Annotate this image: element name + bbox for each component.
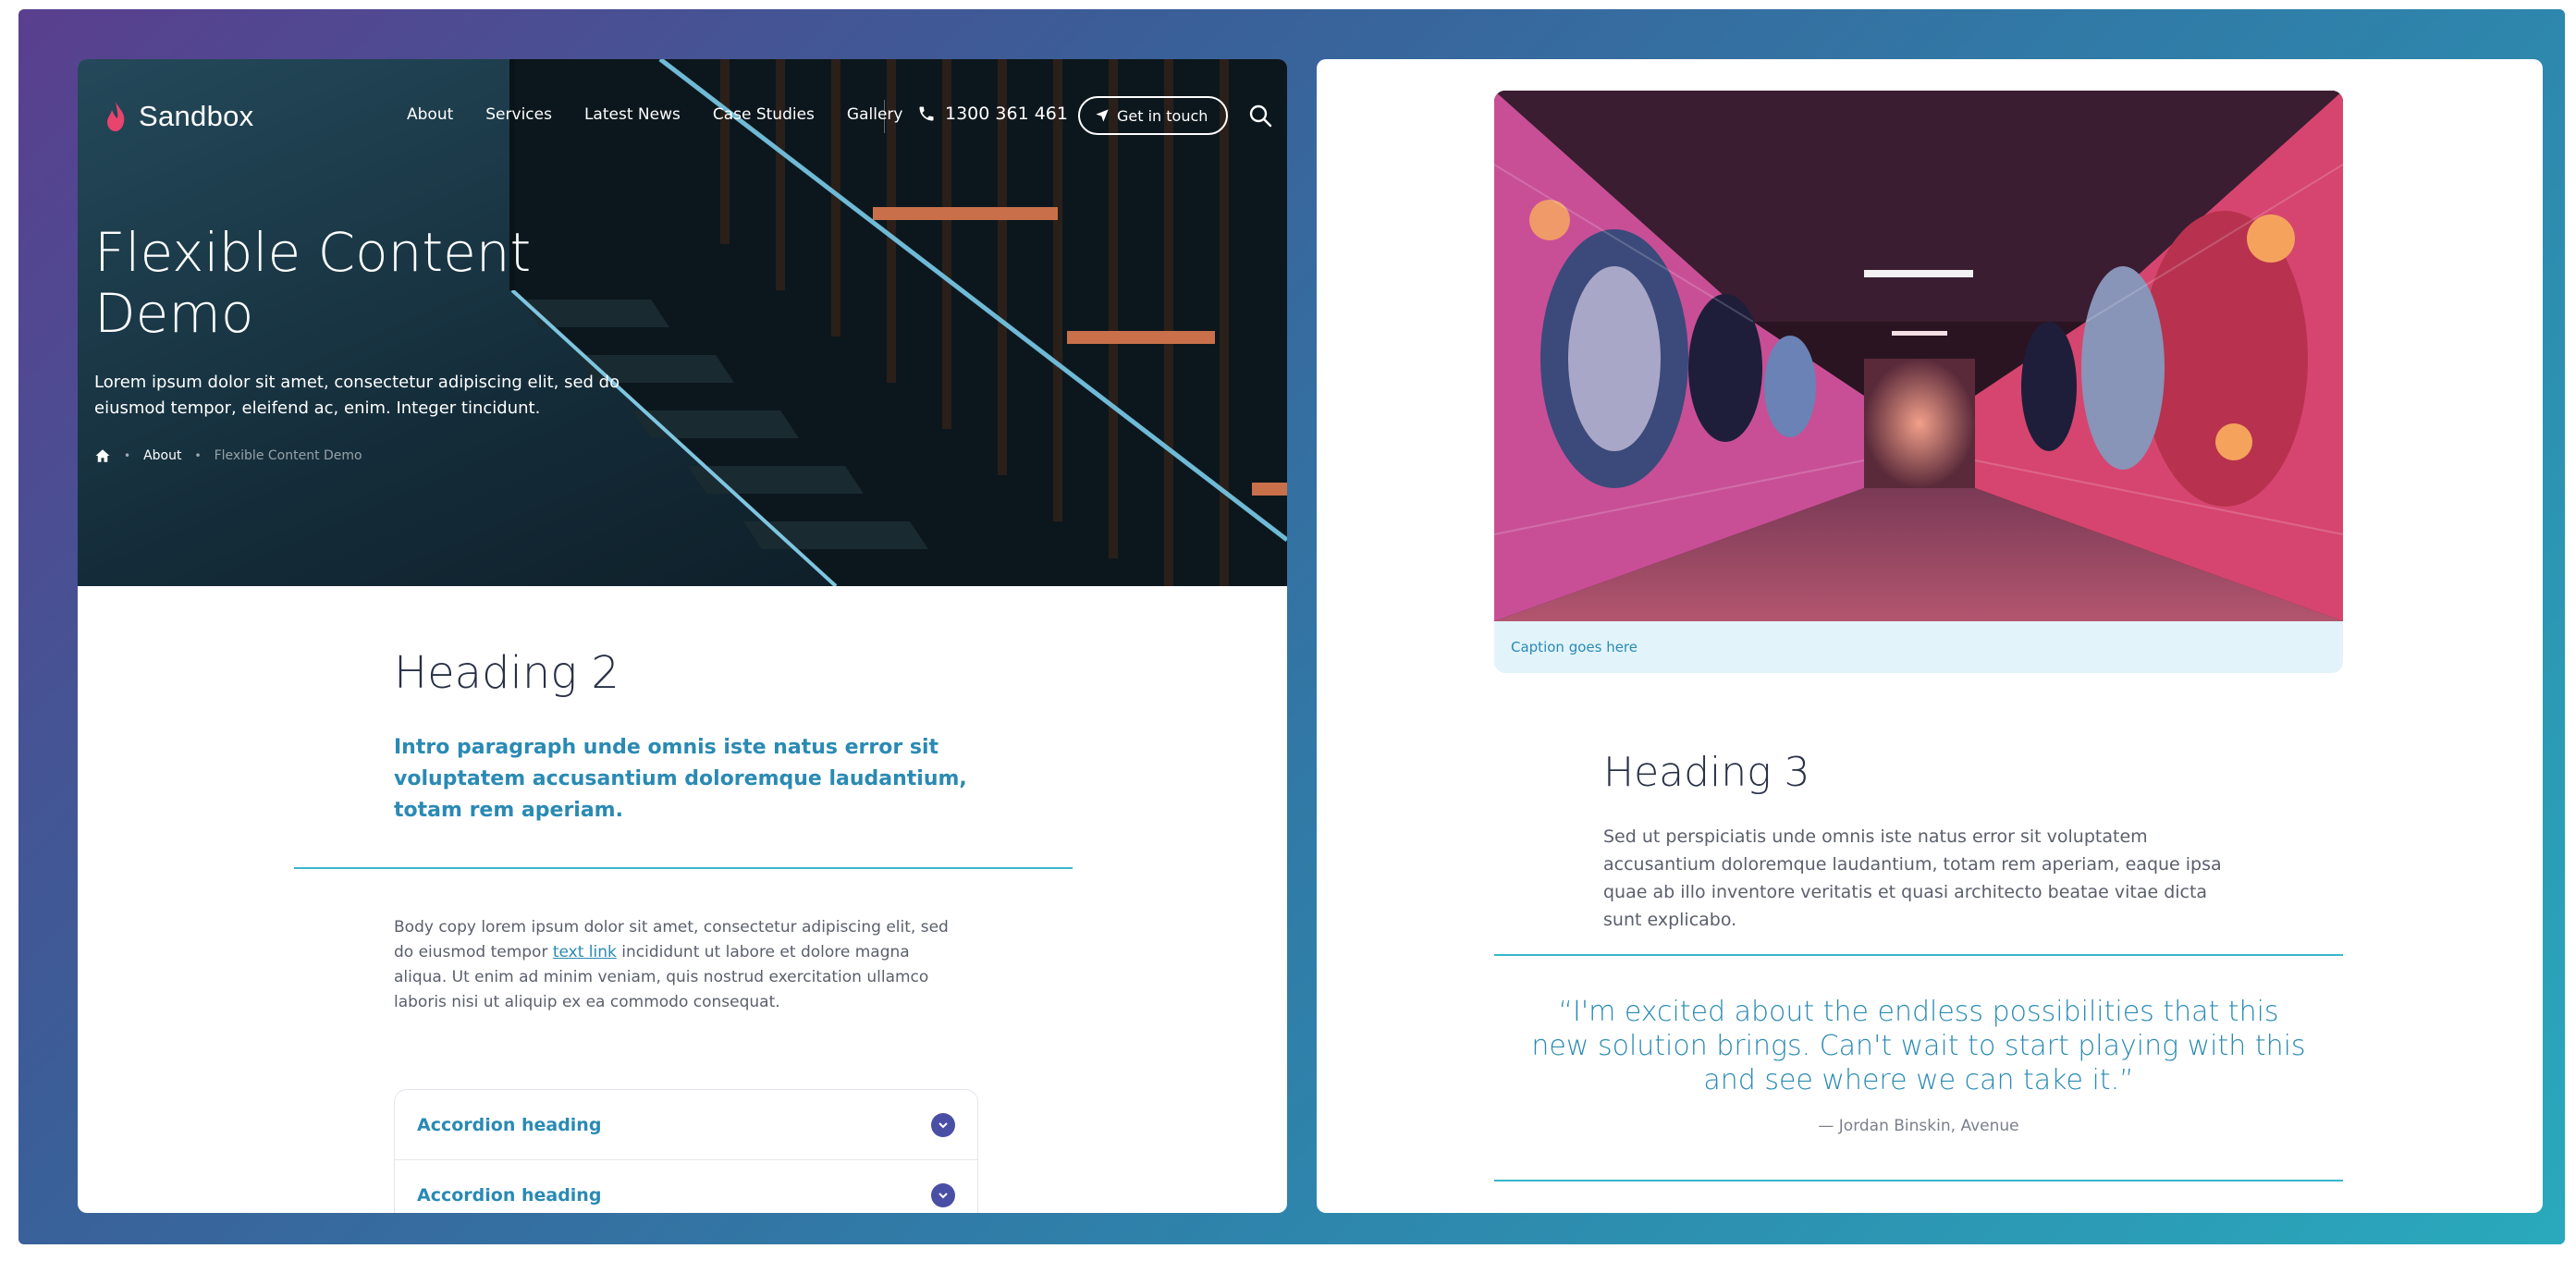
nav-link-case-studies[interactable]: Case Studies <box>713 105 815 124</box>
search-icon[interactable] <box>1248 104 1272 128</box>
nav-link-latest-news[interactable]: Latest News <box>584 105 681 124</box>
text-link[interactable]: text link <box>553 943 617 961</box>
accordion-item[interactable]: Accordion heading <box>395 1090 977 1160</box>
testimonial-quote: “I'm excited about the endless possibili… <box>1531 996 2306 1096</box>
page-title: Flexible Content Demo <box>94 221 532 345</box>
home-icon[interactable] <box>94 447 111 464</box>
nav-divider <box>884 100 885 133</box>
background-frame: Sandbox About Services Latest News Case … <box>18 9 2565 1244</box>
left-page-preview: Sandbox About Services Latest News Case … <box>78 59 1287 1213</box>
accordion-heading: Accordion heading <box>417 1114 602 1135</box>
quote-bottom-divider <box>1494 1180 2343 1181</box>
breadcrumb-separator: • <box>124 449 131 462</box>
logo-text: Sandbox <box>139 100 254 132</box>
send-icon <box>1096 109 1109 122</box>
flame-icon <box>107 102 125 131</box>
chevron-down-icon <box>931 1112 955 1137</box>
heading-2: Heading 2 <box>394 647 619 699</box>
accordion-heading: Accordion heading <box>417 1184 602 1206</box>
site-logo[interactable]: Sandbox <box>104 100 253 133</box>
phone-number: 1300 361 461 <box>945 104 1068 124</box>
graffiti-tunnel-image <box>1494 91 2343 621</box>
nav-link-services[interactable]: Services <box>485 105 552 124</box>
hero-subtitle: Lorem ipsum dolor sit amet, consectetur … <box>94 373 620 418</box>
quote-author: — Jordan Binskin, Avenue <box>1818 1117 2019 1135</box>
quote-top-divider <box>1494 954 2343 956</box>
chevron-down-icon <box>931 1182 955 1207</box>
body-copy: Body copy lorem ipsum dolor sit amet, co… <box>394 915 967 1015</box>
phone-icon <box>919 106 934 121</box>
accordion-item[interactable]: Accordion heading <box>395 1160 977 1213</box>
breadcrumb-current: Flexible Content Demo <box>214 448 362 463</box>
heading-3: Heading 3 <box>1603 749 1810 796</box>
heading-3-paragraph: Sed ut perspiciatis unde omnis iste natu… <box>1603 826 2222 930</box>
main-menu: About Services Latest News Case Studies … <box>407 105 902 124</box>
phone-link[interactable]: 1300 361 461 <box>917 104 1068 124</box>
hero-section: Sandbox About Services Latest News Case … <box>78 59 1287 586</box>
image-caption: Caption goes here <box>1494 621 2343 673</box>
section-divider <box>294 867 1073 869</box>
get-in-touch-label: Get in touch <box>1117 106 1208 125</box>
site-navigation: Sandbox About Services Latest News Case … <box>78 59 1287 170</box>
right-page-preview: Caption goes here Heading 3 Sed ut persp… <box>1317 59 2543 1213</box>
get-in-touch-button[interactable]: Get in touch <box>1078 96 1229 135</box>
nav-link-gallery[interactable]: Gallery <box>847 105 903 124</box>
intro-paragraph: Intro paragraph unde omnis iste natus er… <box>394 736 967 822</box>
breadcrumb-separator: • <box>194 449 202 462</box>
accordion: Accordion heading Accordion heading <box>394 1089 978 1213</box>
breadcrumb: • About • Flexible Content Demo <box>94 447 362 464</box>
nav-link-about[interactable]: About <box>407 105 453 124</box>
breadcrumb-about-link[interactable]: About <box>143 448 181 463</box>
